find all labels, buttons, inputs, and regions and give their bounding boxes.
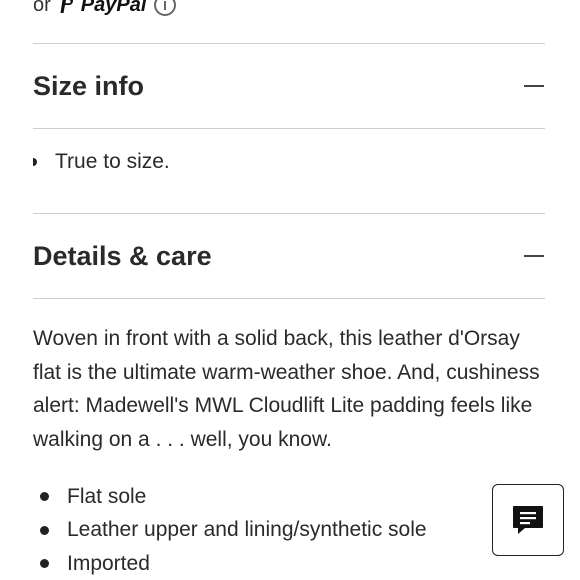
list-item-text: Leather upper and lining/synthetic sole	[67, 518, 427, 542]
bullet-dot	[40, 559, 49, 569]
bullet-icon	[33, 158, 37, 166]
paypal-text: PayPal	[80, 0, 147, 16]
size-info-bullet: True to size.	[33, 150, 170, 174]
or-text: or	[33, 0, 51, 16]
details-care-title: Details & care	[33, 240, 212, 271]
size-info-title: Size info	[33, 70, 145, 101]
bullet-dot	[40, 492, 49, 502]
list-item: Imported	[33, 547, 473, 580]
paypal-logo[interactable]: PayPal	[59, 0, 147, 17]
details-care-header[interactable]: Details & care	[33, 214, 545, 298]
chat-button[interactable]	[492, 484, 564, 556]
bullet-dot	[40, 525, 49, 535]
minus-icon[interactable]	[524, 85, 544, 87]
size-info-text: True to size.	[55, 150, 170, 173]
minus-icon[interactable]	[524, 255, 544, 257]
paypal-payment-row: or PayPal	[33, 0, 177, 20]
list-item-text: Flat sole	[67, 484, 147, 508]
list-item: Leather upper and lining/synthetic sole	[33, 514, 473, 548]
list-item: Flat sole	[33, 480, 473, 514]
info-icon[interactable]	[154, 0, 177, 16]
paypal-logo-icon	[60, 0, 73, 13]
details-bullet-list: Flat sole Leather upper and lining/synth…	[33, 480, 473, 580]
product-description: Woven in front with a solid back, this l…	[33, 327, 540, 451]
divider	[33, 298, 545, 299]
size-info-header[interactable]: Size info	[33, 44, 545, 128]
list-item-text: Imported	[67, 551, 150, 575]
divider	[33, 128, 545, 129]
chat-icon	[513, 506, 543, 534]
product-details-panel: or PayPal Size info True to size. Detail…	[0, 0, 580, 580]
